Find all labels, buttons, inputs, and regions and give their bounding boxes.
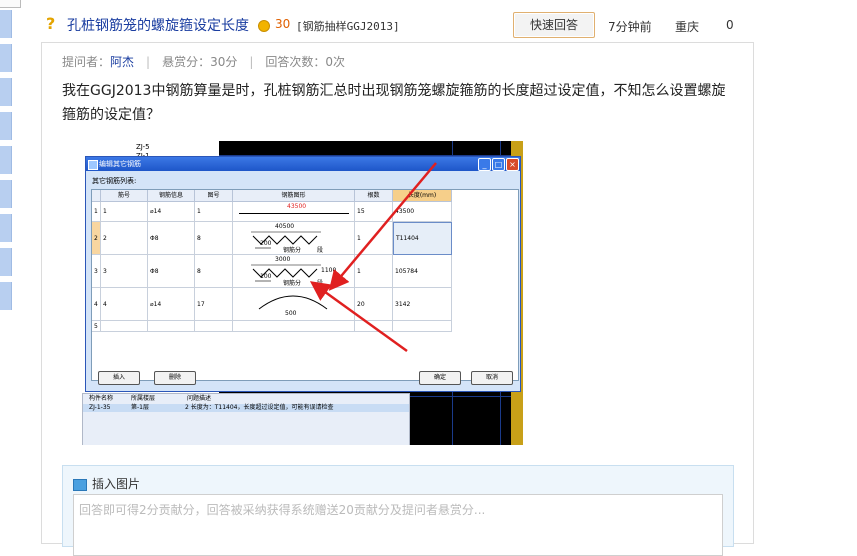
side-tab[interactable] [0,146,12,174]
reply-textarea[interactable]: 回答即可得2分贡献分，回答被采纳获得系统赠送20贡献分及提问者悬赏分... [73,494,723,556]
question-city: 重庆 [675,20,700,34]
bounty-info: 悬赏分：30分 [162,55,238,69]
question-body: 我在GGJ2013中钢筋算量是时，孔桩钢筋汇总时出现钢筋笼螺旋箍筋的长度超过设定… [62,83,726,123]
side-tab[interactable] [0,10,12,38]
side-tab[interactable] [0,248,12,276]
quick-answer-button[interactable]: 快速回答 [513,12,595,38]
side-tab[interactable] [0,214,12,242]
question-header: ? 孔桩钢筋笼的螺旋箍设定长度 30 [钢筋抽样GGJ2013] 快速回答 7分… [46,12,846,38]
asker-link[interactable]: 阿杰 [110,55,134,69]
answer-count: 0 [726,18,734,32]
side-tab[interactable] [0,282,12,310]
side-tab[interactable] [0,180,12,208]
annotation-arrows [309,162,437,353]
asker-label: 提问者： [62,55,111,69]
reply-area: 插入图片 回答即可得2分贡献分，回答被采纳获得系统赠送20贡献分及提问者悬赏分.… [62,465,734,556]
image-icon [73,478,87,491]
question-category: [钢筋抽样GGJ2013] [296,20,400,33]
side-tab[interactable] [0,44,12,72]
question-title-link[interactable]: 孔桩钢筋笼的螺旋箍设定长度 [67,15,249,35]
insert-image-button[interactable]: 插入图片 [73,475,140,492]
insert-image-label: 插入图片 [92,477,141,491]
question-screenshot[interactable]: ZJ-5 ZJ-1 编辑其它钢筋 _ □ × 其它钢筋列表: 筋号 钢筋信息 图… [82,141,523,445]
top-tab-edge [0,0,21,8]
answers-info: 回答次数：0次 [265,55,346,69]
side-tab[interactable] [0,112,12,140]
bounty-score: 30 [275,17,291,31]
question-mark-icon: ? [46,14,56,33]
coin-icon [258,20,270,32]
side-tab[interactable] [0,78,12,106]
question-time: 7分钟前 [608,20,652,34]
reply-placeholder: 回答即可得2分贡献分，回答被采纳获得系统赠送20贡献分及提问者悬赏分... [79,503,486,517]
question-meta: 提问者：阿杰 | 悬赏分：30分 | 回答次数：0次 [62,55,346,69]
